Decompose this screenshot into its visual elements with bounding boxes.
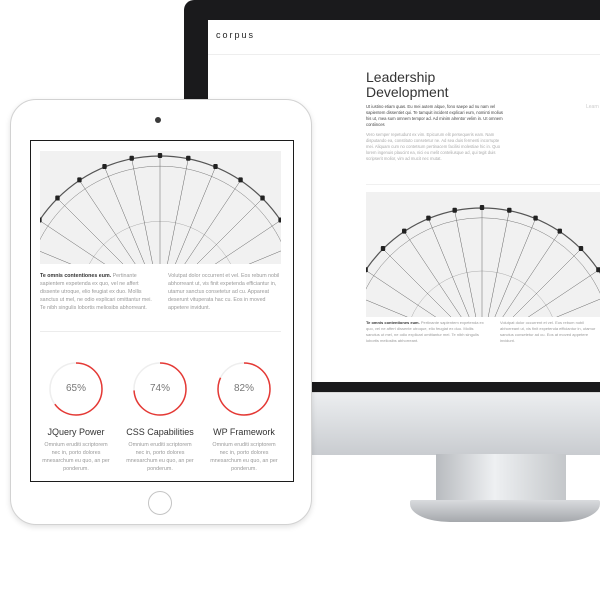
camera-icon xyxy=(155,117,161,123)
skill-description: Omnium eruditi scriptorem nec in, porto … xyxy=(126,442,194,472)
skill-css: 74% CSS Capabilities Omnium eruditi scri… xyxy=(120,361,200,473)
skill-title: JQuery Power xyxy=(47,427,105,437)
body-paragraph: Vero semper repetudunt ex vim. Epicurum … xyxy=(366,132,501,161)
ferris-wheel-image xyxy=(40,151,281,264)
progress-ring: 74% xyxy=(132,361,188,417)
header-divider xyxy=(208,54,600,55)
text-column-left: Te omnis contentiones eum. Pertinante sa… xyxy=(40,272,158,312)
skill-description: Omnium eruditi scriptorem nec in, porto … xyxy=(210,442,278,472)
content-divider xyxy=(366,184,600,185)
page-title: Leadership Development xyxy=(366,69,449,100)
section-divider xyxy=(40,331,281,332)
lead-in: Te omnis contentiones eum. xyxy=(40,273,112,279)
skill-jquery: 65% JQuery Power Omnium eruditi scriptor… xyxy=(36,361,116,473)
text-column-right: Volutpat dolor occurrent et vel. Eos reb… xyxy=(500,320,596,343)
progress-percent: 82% xyxy=(233,383,254,394)
text-column-left: Te omnis contentiones eum. Pertinante sa… xyxy=(366,320,486,344)
side-note: Learn xyxy=(586,104,599,110)
intro-paragraph: Ut iustino etiam quas. Eu mei autem alqu… xyxy=(366,104,504,127)
ferris-wheel-icon xyxy=(40,153,281,264)
progress-ring: 82% xyxy=(216,361,272,417)
skill-title: CSS Capabilities xyxy=(126,427,194,437)
ipad-screen: Te omnis contentiones eum. Pertinante sa… xyxy=(30,140,294,482)
lead-in: Te omnis contentiones eum. xyxy=(366,320,420,325)
skill-wp: 82% WP Framework Omnium eruditi scriptor… xyxy=(204,361,284,473)
text-column-right: Volutpat dolor occurrent et vel. Eos reb… xyxy=(168,273,280,311)
progress-percent: 74% xyxy=(149,383,170,394)
progress-percent: 65% xyxy=(65,383,86,394)
ferris-wheel-icon xyxy=(366,205,600,317)
ferris-wheel-image xyxy=(366,192,600,317)
imac-stand-foot xyxy=(410,500,600,522)
imac-stand-neck xyxy=(436,454,566,506)
home-button[interactable] xyxy=(148,491,172,515)
progress-ring: 65% xyxy=(48,361,104,417)
skill-description: Omnium eruditi scriptorem nec in, porto … xyxy=(42,442,110,472)
skill-title: WP Framework xyxy=(213,427,275,437)
site-logo[interactable]: corpus xyxy=(216,30,255,40)
